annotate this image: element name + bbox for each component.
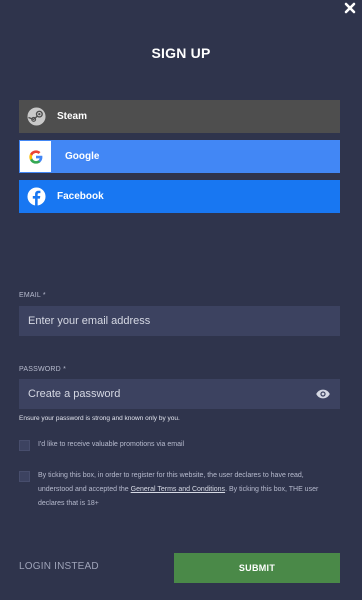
modal-title: SIGN UP [151, 45, 211, 61]
steam-login-button[interactable]: Steam [19, 100, 340, 133]
email-input[interactable] [28, 315, 331, 327]
login-instead-link[interactable]: LOGIN INSTEAD [19, 561, 99, 572]
terms-checkbox[interactable] [19, 471, 30, 482]
close-icon [344, 2, 356, 14]
submit-button[interactable]: SUBMIT [174, 553, 340, 583]
email-label-text: EMAIL [19, 292, 41, 299]
email-required-mark: * [42, 292, 46, 299]
terms-checkbox-label: By ticking this box, in order to registe… [38, 469, 338, 511]
facebook-icon [26, 187, 46, 207]
terms-link[interactable]: General Terms and Conditions [131, 486, 225, 493]
google-icon [20, 141, 51, 172]
close-button[interactable] [338, 0, 362, 16]
promotions-checkbox[interactable] [19, 440, 30, 451]
password-hint: Ensure your password is strong and known… [19, 415, 180, 422]
email-field[interactable] [19, 306, 340, 336]
password-label: PASSWORD * [19, 366, 66, 373]
steam-label: Steam [57, 111, 88, 122]
password-input[interactable] [28, 388, 316, 400]
email-label: EMAIL * [19, 292, 46, 299]
google-login-button[interactable]: Google [19, 140, 340, 173]
promotions-checkbox-label: I'd like to receive valuable promotions … [38, 441, 185, 448]
password-required-mark: * [63, 366, 67, 373]
google-label: Google [65, 151, 100, 162]
facebook-login-button[interactable]: Facebook [19, 180, 340, 213]
steam-icon [26, 107, 46, 127]
eye-icon[interactable] [316, 388, 331, 400]
password-field[interactable] [19, 379, 340, 409]
password-label-text: PASSWORD [19, 366, 61, 373]
facebook-label: Facebook [57, 191, 104, 202]
